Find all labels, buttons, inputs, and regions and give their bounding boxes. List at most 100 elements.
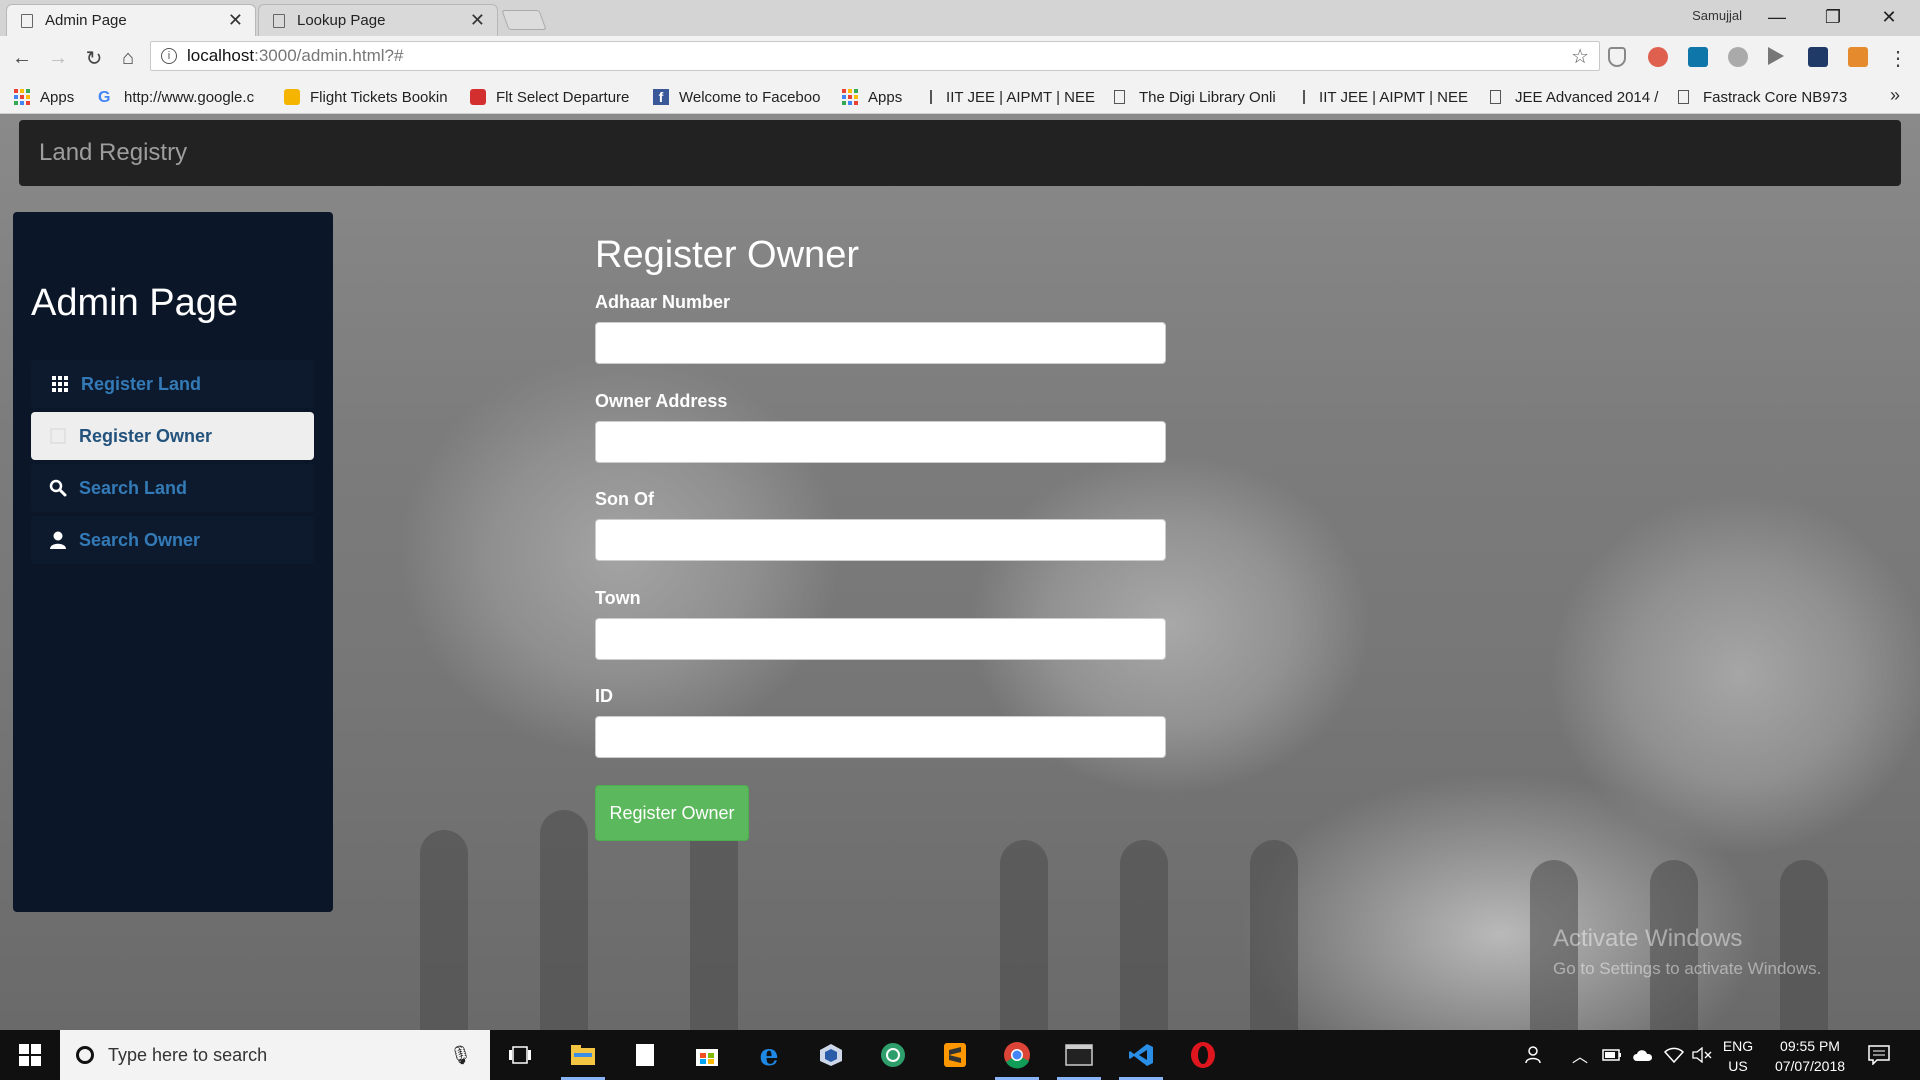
battery-icon[interactable] bbox=[1602, 1030, 1622, 1080]
system-clock[interactable]: 09:55 PM 07/07/2018 bbox=[1765, 1036, 1855, 1076]
sidebar-item-register-land[interactable]: Register Land bbox=[31, 360, 314, 408]
bookmark-digi-library[interactable]: The Digi Library Onli bbox=[1114, 87, 1284, 107]
notifications-icon[interactable] bbox=[1868, 1030, 1890, 1080]
bookmark-jee-advanced[interactable]: JEE Advanced 2014 / bbox=[1490, 87, 1665, 107]
brand-link[interactable]: Land Registry bbox=[39, 139, 187, 167]
bookmark-label: IIT JEE | AIPMT | NEE bbox=[946, 88, 1095, 106]
language-indicator[interactable]: ENG US bbox=[1716, 1036, 1760, 1076]
profile-name[interactable]: Samujjal bbox=[1692, 8, 1742, 23]
search-icon bbox=[49, 479, 67, 497]
chrome-icon[interactable] bbox=[987, 1030, 1047, 1080]
people-icon[interactable] bbox=[1525, 1030, 1545, 1080]
sidebar-item-search-owner[interactable]: Search Owner bbox=[31, 516, 314, 564]
virtualbox-icon[interactable] bbox=[801, 1030, 861, 1080]
url-path: :3000/admin.html?# bbox=[254, 46, 404, 65]
background-arch bbox=[1120, 840, 1168, 1030]
page-icon bbox=[1490, 90, 1501, 104]
flight-icon bbox=[284, 89, 300, 105]
tab-admin-page[interactable]: Admin Page ✕ bbox=[6, 4, 256, 36]
file-explorer-icon[interactable] bbox=[553, 1030, 613, 1080]
register-owner-button[interactable]: Register Owner bbox=[595, 785, 749, 841]
bookmark-fastrack[interactable]: Fastrack Core NB973 bbox=[1678, 87, 1848, 107]
close-icon[interactable]: ✕ bbox=[470, 10, 485, 31]
bookmark-label: Flight Tickets Bookin bbox=[310, 88, 448, 106]
lang-code: ENG bbox=[1722, 1038, 1754, 1054]
bookmark-iit-jee[interactable]: IIT JEE | AIPMT | NEE bbox=[930, 87, 1095, 107]
bookmark-label: http://www.google.c bbox=[124, 88, 255, 106]
town-input[interactable] bbox=[595, 618, 1166, 660]
play-extension-icon[interactable] bbox=[1768, 47, 1784, 65]
bookmark-label: The Digi Library Onli bbox=[1139, 88, 1276, 106]
clock-time: 09:55 PM bbox=[1780, 1038, 1840, 1054]
cortana-icon bbox=[76, 1046, 94, 1064]
owner-address-input[interactable] bbox=[595, 421, 1166, 463]
sidebar-item-label: Register Land bbox=[81, 373, 202, 394]
home-icon[interactable]: ⌂ bbox=[114, 44, 142, 72]
store-icon[interactable] bbox=[677, 1030, 737, 1080]
extension-icon[interactable] bbox=[1728, 47, 1748, 67]
watermark-subtitle: Go to Settings to activate Windows. bbox=[1553, 959, 1822, 978]
bookmark-facebook[interactable]: f Welcome to Faceboo bbox=[653, 87, 823, 107]
sidebar-item-register-owner[interactable]: Register Owner bbox=[31, 412, 314, 460]
minimize-icon[interactable]: — bbox=[1750, 2, 1804, 32]
page-icon bbox=[1303, 90, 1306, 104]
bookmark-apps[interactable]: Apps bbox=[14, 87, 74, 107]
bookmark-iit-jee-2[interactable]: IIT JEE | AIPMT | NEE bbox=[1303, 87, 1468, 107]
extension-icon[interactable] bbox=[1648, 47, 1668, 67]
reload-icon[interactable]: ↻ bbox=[80, 44, 108, 72]
new-tab-button[interactable] bbox=[501, 10, 547, 30]
close-window-icon[interactable]: ✕ bbox=[1862, 2, 1916, 32]
sidebar-item-search-land[interactable]: Search Land bbox=[31, 464, 314, 512]
task-view-icon[interactable] bbox=[490, 1030, 550, 1080]
background-arch bbox=[540, 810, 588, 1030]
forward-icon[interactable]: → bbox=[44, 44, 72, 72]
son-of-input[interactable] bbox=[595, 519, 1166, 561]
edge-icon[interactable]: e bbox=[739, 1030, 799, 1080]
page-icon bbox=[1678, 90, 1689, 104]
clock-date: 07/07/2018 bbox=[1774, 1058, 1846, 1074]
facebook-icon: f bbox=[653, 89, 669, 105]
sublime-text-icon[interactable] bbox=[925, 1030, 985, 1080]
shield-extension-icon[interactable] bbox=[1608, 47, 1626, 67]
taskbar-search-box[interactable]: Type here to search 🎙 bbox=[60, 1030, 490, 1080]
taskbar: Type here to search 🎙 e ︿ ENG US 09:55 P… bbox=[0, 1030, 1920, 1080]
microphone-icon[interactable]: 🎙 bbox=[449, 1045, 472, 1066]
form-title: Register Owner bbox=[595, 234, 859, 276]
owner-address-label: Owner Address bbox=[595, 391, 728, 411]
bookmark-apps-2[interactable]: Apps bbox=[842, 87, 902, 107]
id-input[interactable] bbox=[595, 716, 1166, 758]
bookmarks-overflow-icon[interactable]: » bbox=[1890, 85, 1900, 106]
extension-icon[interactable] bbox=[1848, 47, 1868, 67]
bookmark-google[interactable]: G http://www.google.c bbox=[98, 87, 268, 107]
volume-muted-icon[interactable] bbox=[1692, 1030, 1712, 1080]
terminal-icon[interactable] bbox=[1049, 1030, 1109, 1080]
opera-icon[interactable] bbox=[1173, 1030, 1233, 1080]
browser-app-icon[interactable] bbox=[863, 1030, 923, 1080]
extension-icon[interactable] bbox=[1808, 47, 1828, 67]
background-arch bbox=[690, 810, 738, 1030]
address-bar[interactable]: i localhost:3000/admin.html?# ☆ bbox=[150, 41, 1600, 71]
adhaar-number-input[interactable] bbox=[595, 322, 1166, 364]
bookmark-star-icon[interactable]: ☆ bbox=[1571, 44, 1589, 69]
onedrive-icon[interactable] bbox=[1632, 1030, 1654, 1080]
info-icon[interactable]: i bbox=[161, 48, 177, 64]
linkedin-icon[interactable] bbox=[1688, 47, 1708, 67]
bookmark-flt-select[interactable]: Flt Select Departure bbox=[470, 87, 629, 107]
windows-start-icon[interactable] bbox=[0, 1030, 60, 1080]
background-arch bbox=[1000, 840, 1048, 1030]
notepad-icon[interactable] bbox=[615, 1030, 675, 1080]
apps-icon bbox=[842, 89, 858, 105]
bookmark-flight-tickets[interactable]: Flight Tickets Bookin bbox=[284, 87, 454, 107]
tab-lookup-page[interactable]: Lookup Page ✕ bbox=[258, 4, 498, 36]
sidebar: Admin Page Register Land Register Owner … bbox=[13, 212, 333, 912]
user-icon bbox=[49, 531, 67, 549]
background-arch bbox=[420, 830, 468, 1030]
menu-kebab-icon[interactable]: ⋮ bbox=[1884, 44, 1912, 72]
restore-icon[interactable]: ❐ bbox=[1806, 2, 1860, 32]
vscode-icon[interactable] bbox=[1111, 1030, 1171, 1080]
close-icon[interactable]: ✕ bbox=[228, 10, 243, 31]
back-icon[interactable]: ← bbox=[8, 44, 36, 72]
bookmark-label: Apps bbox=[40, 88, 75, 106]
chevron-up-icon[interactable]: ︿ bbox=[1572, 1030, 1588, 1080]
wifi-icon[interactable] bbox=[1664, 1030, 1684, 1080]
